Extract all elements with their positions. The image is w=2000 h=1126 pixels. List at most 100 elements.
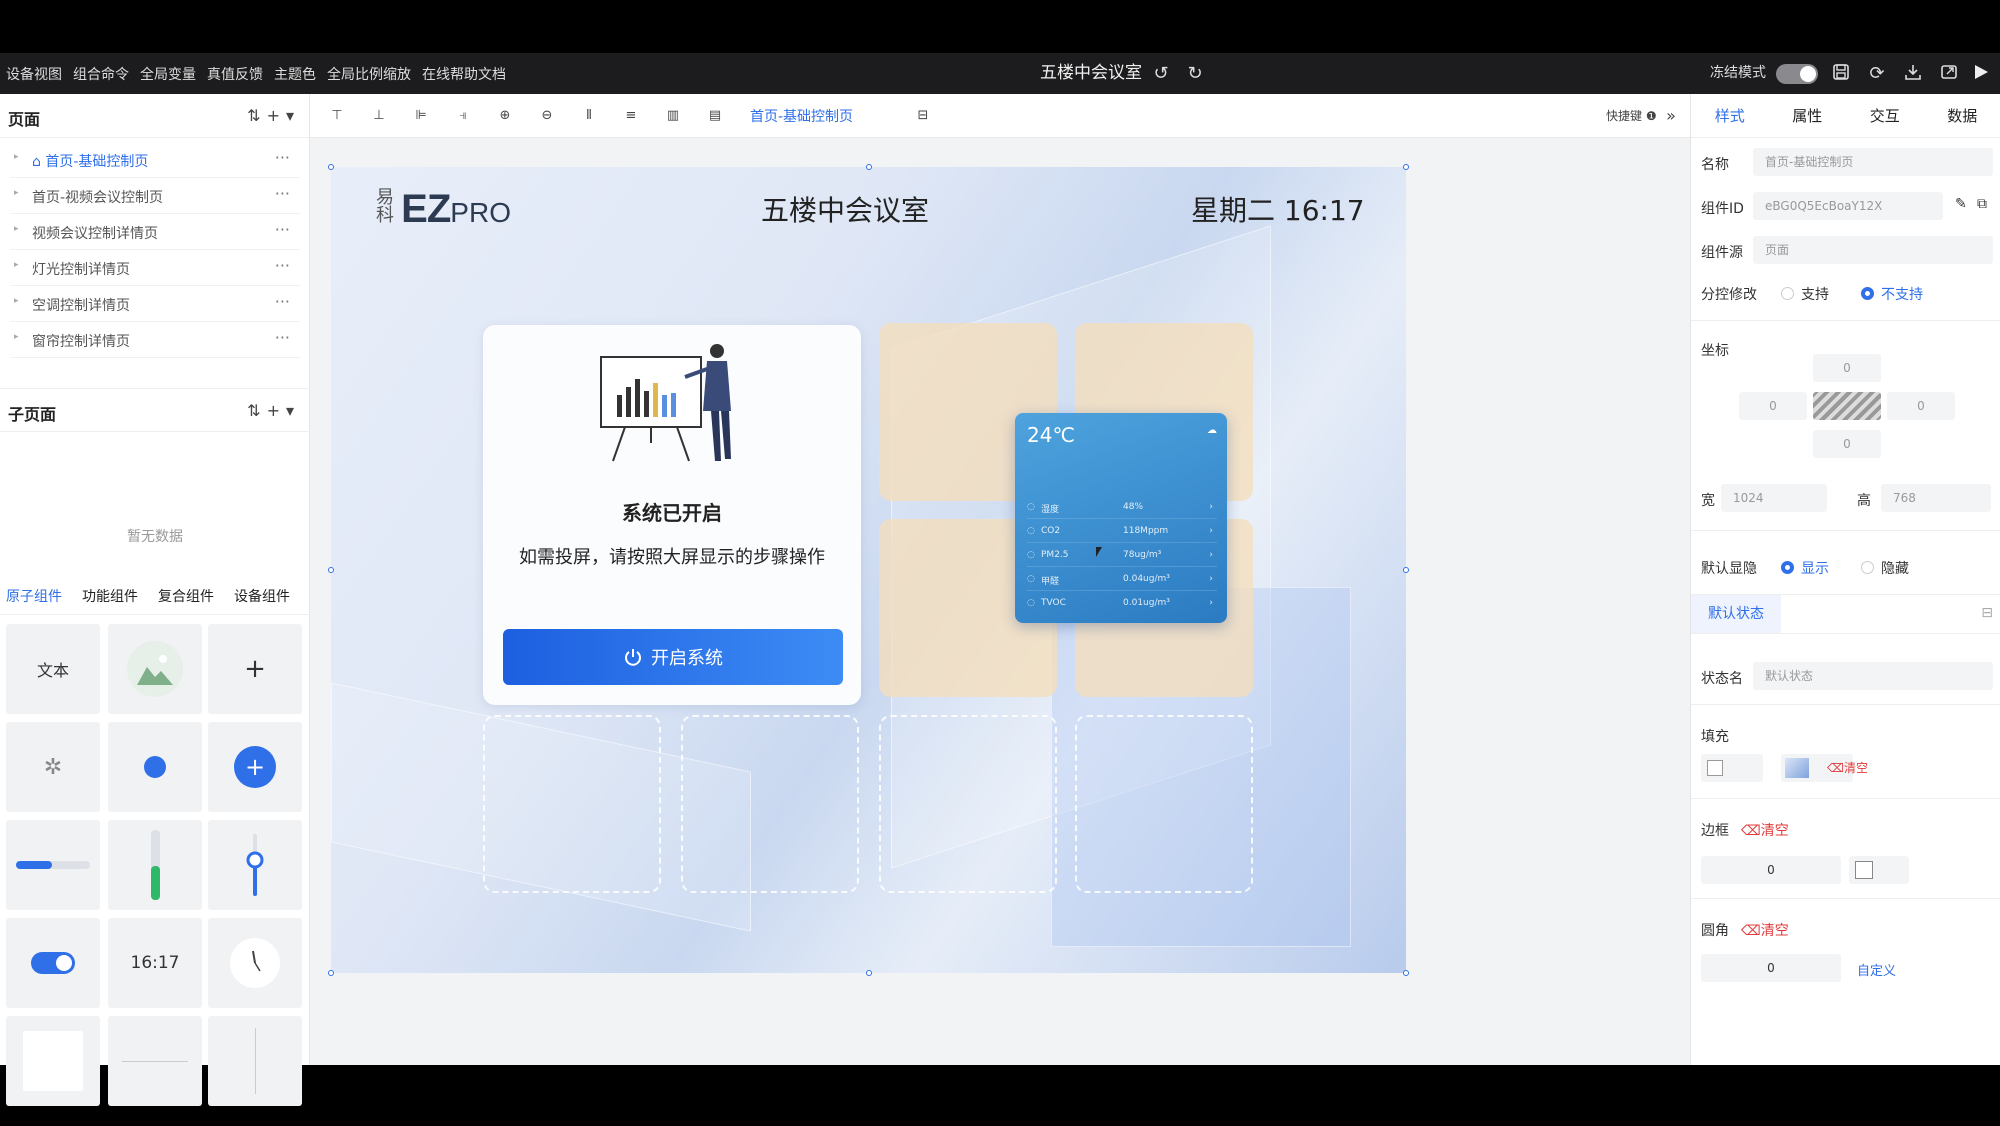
- widget-h-line[interactable]: [108, 1016, 202, 1106]
- widget-switch[interactable]: [6, 918, 100, 1008]
- save-icon[interactable]: [1830, 63, 1852, 85]
- resize-handle[interactable]: [328, 970, 334, 976]
- resize-handle[interactable]: [1403, 164, 1409, 170]
- page-item-home-basic[interactable]: ▸ ⌂ 首页-基础控制页 ···: [10, 142, 300, 178]
- align-h-center-icon[interactable]: ⊕: [496, 108, 514, 124]
- widget-round-button[interactable]: +: [208, 722, 302, 812]
- coord-top-field[interactable]: 0: [1813, 354, 1881, 382]
- align-right-icon[interactable]: ⫣: [454, 108, 472, 124]
- menu-scale[interactable]: 全局比例缩放: [327, 64, 411, 84]
- coord-bottom-field[interactable]: 0: [1813, 430, 1881, 458]
- align-v-center-icon[interactable]: ⊖: [538, 108, 556, 124]
- environment-widget[interactable]: 24℃ ☁ ◌ 湿度 48% › ◌ CO2 118Mppm › ◌ PM2.5 78ug/m³…: [1015, 413, 1227, 623]
- download-icon[interactable]: [1902, 63, 1924, 85]
- widget-plus[interactable]: +: [208, 624, 302, 714]
- empty-slot[interactable]: [879, 715, 1057, 893]
- menu-combo-command[interactable]: 组合命令: [73, 64, 129, 84]
- default-state-tab[interactable]: 默认状态: [1691, 595, 1781, 633]
- widget-time[interactable]: 16:17: [108, 918, 202, 1008]
- play-icon[interactable]: [1970, 63, 1992, 85]
- current-page-link[interactable]: 首页-基础控制页: [750, 106, 853, 126]
- border-width-field[interactable]: 0: [1701, 856, 1841, 884]
- state-name-field[interactable]: 默认状态: [1753, 662, 1993, 690]
- height-field[interactable]: 768: [1881, 484, 1991, 512]
- empty-slot[interactable]: [483, 715, 661, 893]
- edit-icon[interactable]: ✎: [1955, 196, 1967, 212]
- resize-handle[interactable]: [866, 164, 872, 170]
- page-item-light-detail[interactable]: ▸ 灯光控制详情页 ···: [10, 250, 300, 286]
- width-field[interactable]: 1024: [1721, 484, 1827, 512]
- hide-radio[interactable]: [1861, 561, 1874, 574]
- more-icon[interactable]: ···: [275, 256, 290, 275]
- distribute-v-icon[interactable]: ≡: [622, 108, 640, 124]
- align-left-icon[interactable]: ⊫: [412, 108, 430, 124]
- distribute-h-icon[interactable]: ⦀: [580, 108, 598, 124]
- tab-composite[interactable]: 复合组件: [158, 579, 214, 614]
- undo-icon[interactable]: ↺: [1150, 63, 1172, 85]
- shortcut-button[interactable]: 快捷键 ❶: [1606, 107, 1657, 124]
- clear-fill-button[interactable]: ⌫清空: [1827, 759, 1868, 776]
- menu-help[interactable]: 在线帮助文档: [422, 64, 506, 84]
- add-page-icon[interactable]: +: [267, 106, 286, 125]
- page-item-curtain-detail[interactable]: ▸ 窗帘控制详情页 ···: [10, 322, 300, 358]
- page-item-ac-detail[interactable]: ▸ 空调控制详情页 ···: [10, 286, 300, 322]
- resize-handle[interactable]: [866, 970, 872, 976]
- show-radio[interactable]: [1781, 561, 1794, 574]
- copy-icon[interactable]: ⧉: [1977, 196, 1987, 212]
- widget-v-line[interactable]: [208, 1016, 302, 1106]
- widget-clock[interactable]: [208, 918, 302, 1008]
- align-bottom-icon[interactable]: ⊥: [370, 108, 388, 124]
- empty-slot[interactable]: [681, 715, 859, 893]
- tab-props[interactable]: 属性: [1769, 94, 1847, 137]
- name-field[interactable]: 首页-基础控制页: [1753, 148, 1993, 176]
- expand-arrow-icon[interactable]: ▸: [14, 152, 19, 162]
- menu-feedback[interactable]: 真值反馈: [207, 64, 263, 84]
- more-icon[interactable]: ···: [275, 292, 290, 311]
- expand-arrow-icon[interactable]: ▸: [14, 260, 19, 270]
- clear-border-button[interactable]: ⌫清空: [1741, 820, 1789, 840]
- widget-vertical-slider[interactable]: [208, 820, 302, 910]
- custom-radius-link[interactable]: 自定义: [1857, 960, 1896, 979]
- tab-device[interactable]: 设备组件: [234, 579, 290, 614]
- tab-style[interactable]: 样式: [1691, 94, 1769, 137]
- more-icon[interactable]: ···: [275, 220, 290, 239]
- add-subpage-icon[interactable]: +: [267, 401, 286, 420]
- more-icon[interactable]: ···: [275, 148, 290, 167]
- expand-arrow-icon[interactable]: ▸: [14, 332, 19, 342]
- resize-handle[interactable]: [1403, 567, 1409, 573]
- coord-right-field[interactable]: 0: [1887, 392, 1955, 420]
- sort-icon[interactable]: ⇅: [247, 401, 266, 420]
- menu-device-view[interactable]: 设备视图: [6, 64, 62, 84]
- tab-atomic[interactable]: 原子组件: [6, 579, 62, 614]
- match-height-icon[interactable]: ▥: [664, 108, 682, 124]
- clear-radius-button[interactable]: ⌫清空: [1741, 920, 1789, 940]
- widget-rectangle[interactable]: [6, 1016, 100, 1106]
- expand-arrow-icon[interactable]: ▸: [14, 188, 19, 198]
- collapse-icon[interactable]: ▾: [286, 401, 300, 420]
- match-width-icon[interactable]: ▤: [706, 108, 724, 124]
- widget-progress[interactable]: [6, 820, 100, 910]
- fill-none-swatch[interactable]: [1701, 754, 1763, 782]
- not-support-radio[interactable]: [1861, 287, 1874, 300]
- radius-field[interactable]: 0: [1701, 954, 1841, 982]
- sync-icon[interactable]: ⟳: [1866, 63, 1888, 85]
- page-item-video-detail[interactable]: ▸ 视频会议控制详情页 ···: [10, 214, 300, 250]
- tab-data[interactable]: 数据: [1924, 94, 2000, 137]
- expand-panel-icon[interactable]: »: [1662, 108, 1680, 124]
- layout-icon[interactable]: ⊟: [914, 108, 932, 124]
- expand-arrow-icon[interactable]: ▸: [14, 224, 19, 234]
- more-icon[interactable]: ···: [275, 328, 290, 347]
- widget-vertical-bar[interactable]: [108, 820, 202, 910]
- resize-handle[interactable]: [1403, 970, 1409, 976]
- freeze-mode-toggle[interactable]: [1776, 64, 1818, 84]
- component-id-field[interactable]: eBG0Q5EcBoaY12X: [1753, 192, 1943, 220]
- export-icon[interactable]: [1938, 63, 1960, 85]
- design-canvas[interactable]: 易科 EZPRO 五楼中会议室 星期二 16:17 系统已开启 如需投屏，请按照…: [331, 167, 1406, 973]
- collapse-state-icon[interactable]: ⊟: [1981, 605, 1993, 621]
- coord-left-field[interactable]: 0: [1739, 392, 1807, 420]
- empty-slot[interactable]: [1075, 715, 1253, 893]
- border-color-swatch[interactable]: [1849, 856, 1909, 884]
- page-item-home-video[interactable]: ▸ 首页-视频会议控制页 ···: [10, 178, 300, 214]
- resize-handle[interactable]: [328, 567, 334, 573]
- start-system-button[interactable]: 开启系统: [503, 629, 843, 685]
